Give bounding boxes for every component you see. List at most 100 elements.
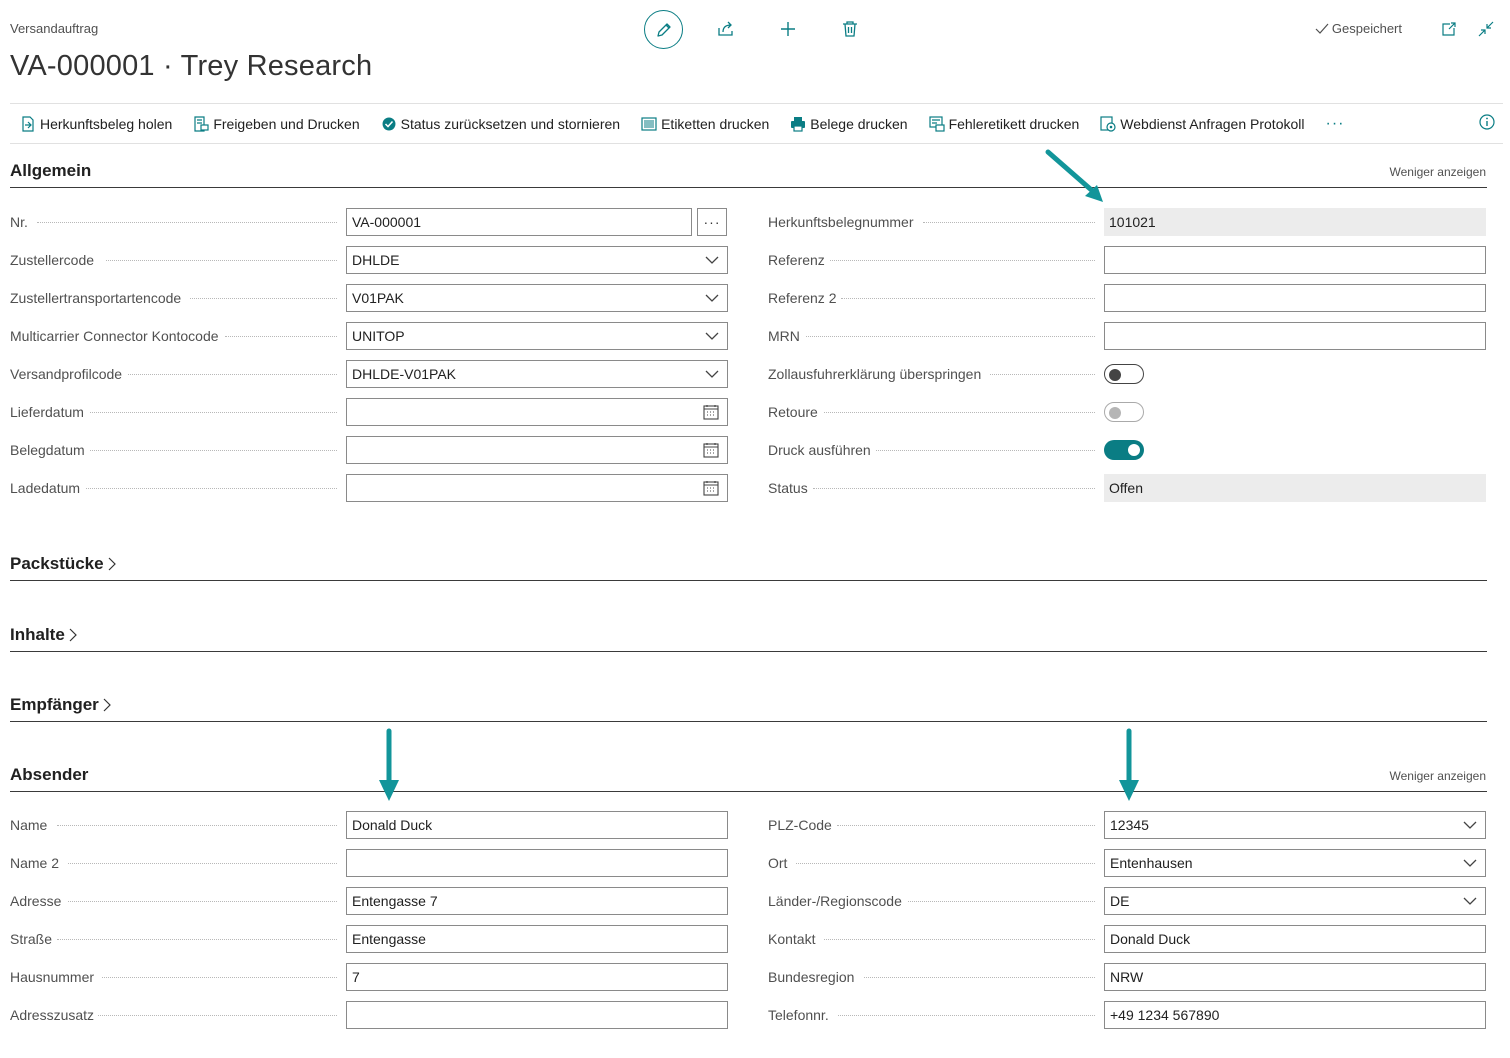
leader-dots: [90, 450, 337, 451]
leader-dots: [838, 1015, 1095, 1016]
open-new-window-button[interactable]: [1438, 19, 1460, 39]
adresszusatz-input[interactable]: [346, 1001, 728, 1029]
leader-dots: [824, 412, 1095, 413]
versandprofilcode-dropdown[interactable]: DHLDE-V01PAK: [346, 360, 728, 388]
field-label-hausnummer: Hausnummer: [10, 969, 95, 985]
action-label: Etiketten drucken: [661, 116, 770, 132]
referenz2-input[interactable]: [1104, 284, 1486, 312]
action-print-documents[interactable]: Belege drucken: [790, 116, 908, 132]
dropdown-value: DE: [1110, 893, 1130, 909]
action-release-and-print[interactable]: Freigeben und Drucken: [193, 116, 360, 132]
calendar-icon[interactable]: [703, 480, 719, 496]
section-title-empfaenger[interactable]: Empfänger: [10, 695, 111, 715]
annotation-arrow-icon: [1045, 149, 1103, 202]
leader-dots: [990, 374, 1095, 375]
plz-dropdown[interactable]: 12345: [1104, 811, 1486, 839]
field-label-mrn: MRN: [768, 328, 800, 344]
status-value: Offen: [1104, 474, 1486, 502]
plus-icon: [781, 22, 795, 36]
dropdown-value: V01PAK: [352, 290, 404, 306]
zustellercode-dropdown[interactable]: DHLDE: [346, 246, 728, 274]
name2-input[interactable]: [346, 849, 728, 877]
info-icon: [1479, 114, 1495, 130]
calendar-icon[interactable]: [703, 442, 719, 458]
release-print-icon: [194, 116, 209, 132]
action-print-error-label[interactable]: Fehleretikett drucken: [928, 116, 1079, 132]
mrn-input[interactable]: [1104, 322, 1486, 350]
leader-dots: [225, 336, 337, 337]
pencil-icon: [656, 22, 671, 37]
section-label: Allgemein: [10, 161, 92, 180]
chevron-down-icon: [705, 294, 719, 302]
lieferdatum-input[interactable]: [346, 398, 728, 426]
leader-dots: [806, 336, 1095, 337]
new-button[interactable]: [776, 18, 800, 40]
nr-assist-edit-button[interactable]: ···: [697, 208, 727, 236]
field-label-name2: Name 2: [10, 855, 60, 871]
action-webservice-log[interactable]: Webdienst Anfragen Protokoll: [1100, 116, 1304, 132]
saved-status: Gespeichert: [1315, 21, 1402, 36]
field-label-nr: Nr.: [10, 214, 28, 230]
barcode-icon: [641, 117, 657, 131]
ladedatum-input[interactable]: [346, 474, 728, 502]
action-label: Herkunftsbeleg holen: [40, 116, 173, 132]
field-label-referenz: Referenz: [768, 252, 825, 268]
ort-dropdown[interactable]: Entenhausen: [1104, 849, 1486, 877]
transportartencode-dropdown[interactable]: V01PAK: [346, 284, 728, 312]
field-label-ladedatum: Ladedatum: [10, 480, 81, 496]
edit-button[interactable]: [644, 10, 683, 49]
more-actions-button[interactable]: ···: [1325, 115, 1344, 133]
leader-dots: [824, 939, 1095, 940]
chevron-down-icon: [1463, 897, 1477, 905]
leader-dots: [102, 977, 337, 978]
nr-input[interactable]: VA-000001: [346, 208, 692, 236]
section-title-packstuecke[interactable]: Packstücke: [10, 554, 116, 574]
webservice-log-icon: [1100, 116, 1116, 132]
adresse-input[interactable]: Entengasse 7: [346, 887, 728, 915]
kontocode-dropdown[interactable]: UNITOP: [346, 322, 728, 350]
section-title-inhalte[interactable]: Inhalte: [10, 625, 77, 645]
show-less-absender-link[interactable]: Weniger anzeigen: [1389, 769, 1486, 783]
info-button[interactable]: [1479, 114, 1495, 135]
section-divider: [10, 721, 1487, 722]
reset-status-icon: [382, 117, 396, 131]
bundesregion-input[interactable]: NRW: [1104, 963, 1486, 991]
druck-ausfuehren-toggle[interactable]: [1104, 440, 1144, 460]
laendercode-dropdown[interactable]: DE: [1104, 887, 1486, 915]
delete-button[interactable]: [838, 18, 862, 40]
action-label: Freigeben und Drucken: [213, 116, 360, 132]
strasse-input[interactable]: Entengasse: [346, 925, 728, 953]
toggle-knob: [1128, 444, 1140, 456]
hausnummer-input[interactable]: 7: [346, 963, 728, 991]
field-label-bundesregion: Bundesregion: [768, 969, 855, 985]
field-label-adresszusatz: Adresszusatz: [10, 1007, 95, 1023]
toggle-knob: [1109, 407, 1121, 419]
action-reset-status[interactable]: Status zurücksetzen und stornieren: [381, 116, 620, 132]
calendar-icon[interactable]: [703, 404, 719, 420]
kontakt-input[interactable]: Donald Duck: [1104, 925, 1486, 953]
chevron-down-icon: [705, 332, 719, 340]
leader-dots: [98, 1015, 337, 1016]
referenz-input[interactable]: [1104, 246, 1486, 274]
show-less-allgemein-link[interactable]: Weniger anzeigen: [1389, 165, 1486, 179]
action-get-source-document[interactable]: Herkunftsbeleg holen: [20, 116, 172, 132]
section-title-allgemein[interactable]: Allgemein: [10, 161, 91, 181]
dropdown-value: DHLDE: [352, 252, 400, 268]
collapse-button[interactable]: [1475, 19, 1497, 39]
action-bar: Herkunftsbeleg holen Freigeben und Druck…: [20, 112, 1344, 136]
section-title-absender[interactable]: Absender: [10, 765, 88, 785]
printer-icon: [791, 117, 806, 132]
zollausfuhr-toggle[interactable]: [1104, 364, 1144, 384]
share-button[interactable]: [714, 18, 738, 40]
action-print-labels[interactable]: Etiketten drucken: [641, 116, 769, 132]
leader-dots: [90, 412, 337, 413]
name-input[interactable]: Donald Duck: [346, 811, 728, 839]
chevron-right-icon: [69, 628, 77, 642]
belegdatum-input[interactable]: [346, 436, 728, 464]
telefonnr-input[interactable]: +49 1234 567890: [1104, 1001, 1486, 1029]
dropdown-value: Entenhausen: [1110, 855, 1193, 871]
leader-dots: [37, 222, 337, 223]
herkunftsbelegnummer-value: 101021: [1104, 208, 1486, 236]
leader-dots: [68, 863, 337, 864]
field-label-transportartencode: Zustellertransportartencode: [10, 290, 182, 306]
